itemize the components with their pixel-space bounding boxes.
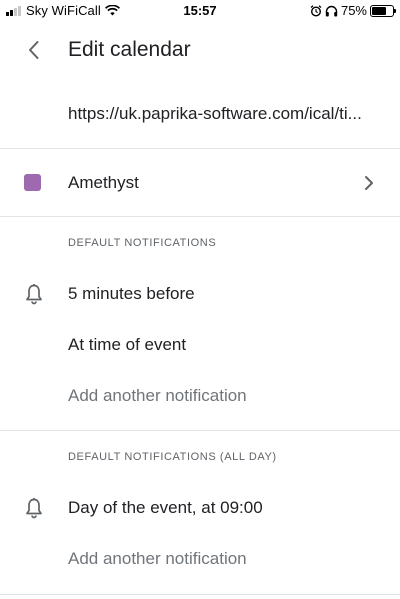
back-button[interactable] [22,38,46,62]
add-notification-label: Add another notification [68,549,247,568]
all-day-notification-item[interactable]: Day of the event, at 09:00 [0,483,400,533]
battery-percentage: 75% [340,3,367,18]
bell-icon [26,498,42,519]
status-bar-right: 75% [310,3,396,18]
color-name: Amethyst [68,173,139,192]
chevron-right-icon [365,176,373,190]
color-swatch [24,174,41,191]
battery-fill [372,6,386,15]
battery-icon [370,4,396,17]
app-bar: Edit calendar [0,28,400,74]
add-notification-label: Add another notification [68,386,247,405]
arrow-back-icon [29,41,39,59]
add-all-day-notification-button[interactable]: Add another notification [0,534,400,584]
section-header-default-notifications: DEFAULT NOTIFICATIONS [68,237,217,249]
divider [0,148,400,149]
notification-label: 5 minutes before [68,284,195,303]
divider [0,594,400,595]
all-day-notification-label: Day of the event, at 09:00 [68,498,263,517]
notification-item[interactable]: At time of event [0,320,400,370]
bell-icon [26,284,42,305]
notification-item[interactable]: 5 minutes before [0,269,400,319]
divider [0,216,400,217]
notification-label: At time of event [68,335,187,354]
calendar-url: https://uk.paprika-software.com/ical/ti.… [68,104,362,123]
add-notification-button[interactable]: Add another notification [0,371,400,421]
section-header-all-day-notifications: DEFAULT NOTIFICATIONS (ALL DAY) [68,451,277,463]
calendar-color-row[interactable]: Amethyst [0,150,400,216]
status-bar: Sky WiFiCall 15:57 75% [0,0,400,22]
alarm-icon [310,4,322,17]
headphones-icon [325,5,338,16]
divider [0,430,400,431]
page-title: Edit calendar [68,38,191,61]
